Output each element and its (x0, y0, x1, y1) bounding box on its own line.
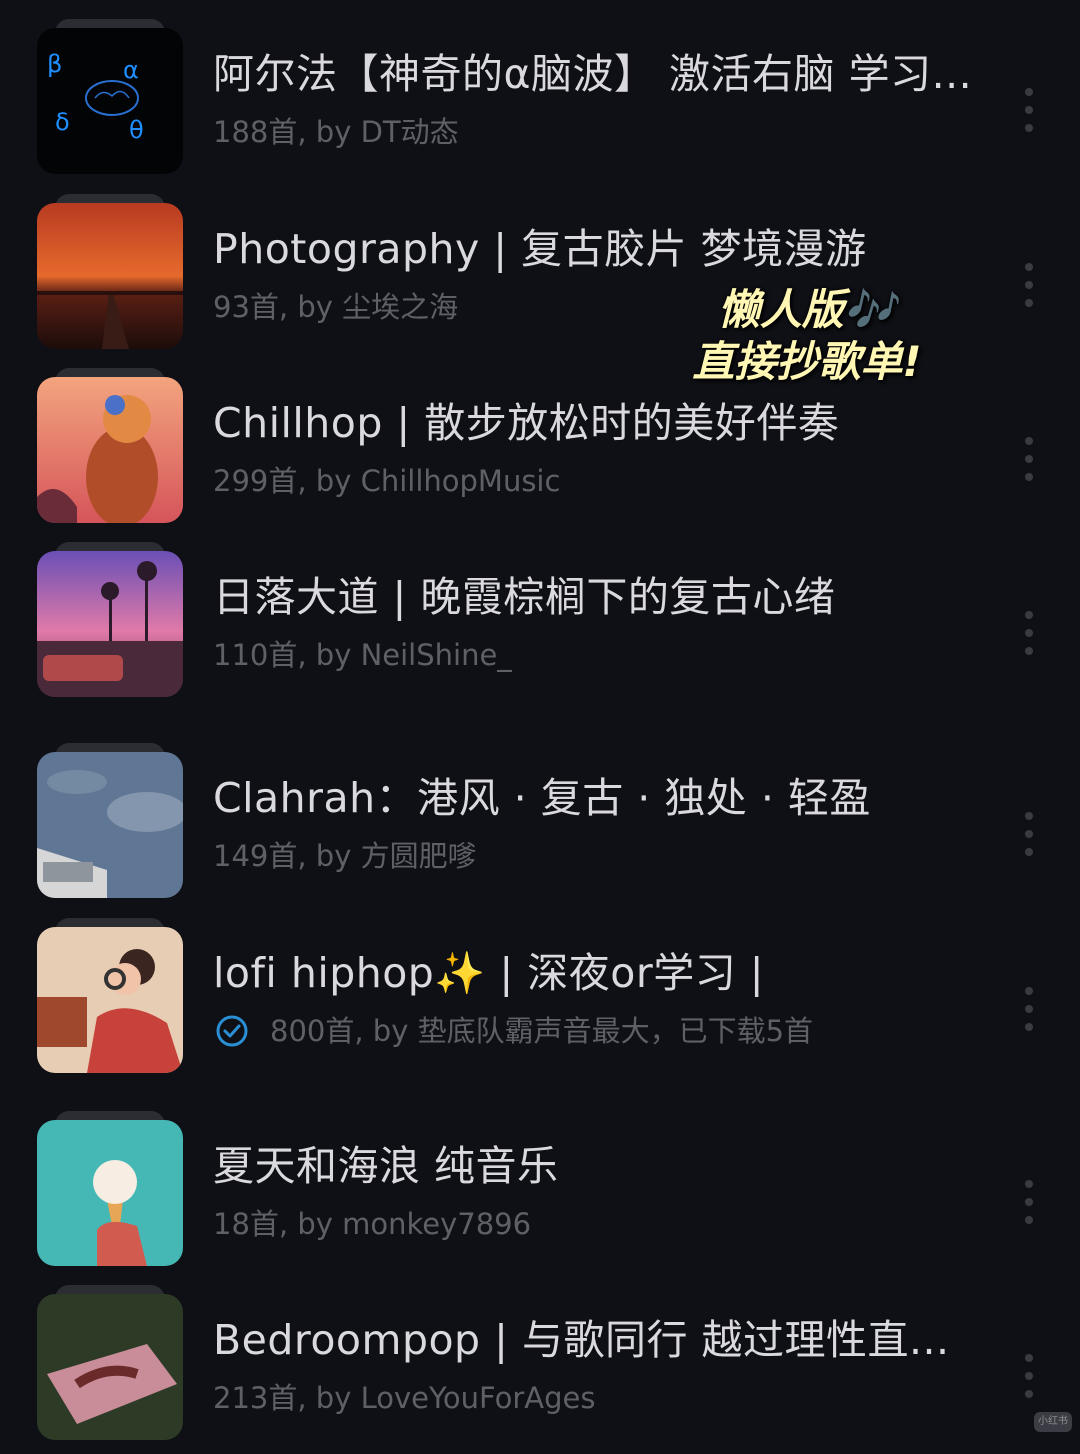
sunset-road-cover-icon (37, 203, 183, 349)
playlist-title[interactable]: 夏天和海浪 纯音乐 (213, 1140, 1003, 1192)
more-options-icon[interactable] (1022, 611, 1036, 655)
svg-text:β: β (47, 50, 62, 78)
track-count: 213首 (213, 1381, 298, 1415)
lofi-girl-cover-icon (37, 927, 183, 1073)
playlist-row[interactable]: Clahrah：港风 · 复古 · 独处 · 轻盈 149首, by 方圆肥嗲 (0, 743, 1080, 912)
track-count: 18首 (213, 1207, 279, 1241)
more-options-icon[interactable] (1022, 437, 1036, 481)
track-count: 800首 (270, 1014, 355, 1048)
playlist-meta: 149首, by 方圆肥嗲 (213, 839, 477, 873)
playlist-author: by monkey7896 (297, 1207, 532, 1241)
more-options-icon[interactable] (1022, 1180, 1036, 1224)
raccoon-headphones-cover-icon (37, 377, 183, 523)
more-options-icon[interactable] (1022, 812, 1036, 856)
track-count: 188首 (213, 115, 298, 149)
watermark-logo: 小红书 (1034, 1412, 1072, 1432)
playlist-cover[interactable] (37, 194, 183, 349)
more-options-icon[interactable] (1022, 987, 1036, 1031)
playlist-meta: 213首, by LoveYouForAges (213, 1381, 596, 1415)
playlist-meta: 800首, by 垫底队霸声音最大，已下载5首 (270, 1014, 814, 1048)
playlist-author: by 尘埃之海 (297, 290, 459, 324)
svg-text:δ: δ (55, 108, 70, 136)
music-note-icon: 🎶 (843, 285, 897, 334)
playlist-cover[interactable] (37, 1111, 183, 1266)
track-count: 149首 (213, 839, 298, 873)
playlist-author: by 方圆肥嗲 (315, 839, 477, 873)
playlist-title[interactable]: Clahrah：港风 · 复古 · 独处 · 轻盈 (213, 772, 1003, 824)
playlist-author: by LoveYouForAges (315, 1381, 596, 1415)
playlist-title[interactable]: Bedroompop | 与歌同行 越过理性直... (213, 1314, 1003, 1366)
playlist-row[interactable]: 夏天和海浪 纯音乐 18首, by monkey7896 (0, 1111, 1080, 1280)
playlist-title[interactable]: Photography | 复古胶片 梦境漫游 (213, 223, 1003, 275)
verified-check-icon (216, 1015, 248, 1047)
playlist-meta: 188首, by DT动态 (213, 115, 459, 149)
playlist-cover[interactable] (37, 368, 183, 523)
playlist-row[interactable]: Bedroompop | 与歌同行 越过理性直... 213首, by Love… (0, 1285, 1080, 1454)
playlist-cover[interactable] (37, 542, 183, 697)
playlist-row[interactable]: Chillhop | 散步放松时的美好伴奏 299首, by ChillhopM… (0, 368, 1080, 537)
playlist-author: by NeilShine_ (315, 638, 512, 672)
playlist-meta: 299首, by ChillhopMusic (213, 464, 561, 498)
palm-sunset-car-cover-icon (37, 551, 183, 697)
playlist-title[interactable]: 阿尔法【神奇的α脑波】 激活右脑 学习... (213, 48, 1003, 100)
track-count: 110首 (213, 638, 298, 672)
playlist-title[interactable]: Chillhop | 散步放松时的美好伴奏 (213, 397, 1003, 449)
track-count: 93首 (213, 290, 279, 324)
playlist-title[interactable]: lofi hiphop✨ | 深夜or学习 | (213, 947, 1003, 999)
playlist-title[interactable]: 日落大道 | 晚霞棕榈下的复古心绪 (213, 571, 1003, 623)
more-options-icon[interactable] (1022, 88, 1036, 132)
playlist-meta: 18首, by monkey7896 (213, 1207, 532, 1241)
playlist-row[interactable]: lofi hiphop✨ | 深夜or学习 | 800首, by 垫底队霸声音最… (0, 918, 1080, 1087)
playlist-author: by 垫底队霸声音最大，已下载5首 (372, 1014, 814, 1048)
alpha-brainwave-cover-icon: β α δ θ (37, 28, 183, 174)
more-options-icon[interactable] (1022, 1354, 1036, 1398)
lazy-version-overlay: 懒人版🎶 直接抄歌单! (662, 284, 952, 394)
playlist-author: by DT动态 (315, 115, 459, 149)
overlay-line-1: 懒人版🎶 (717, 285, 897, 334)
playlist-cover[interactable]: β α δ θ (37, 19, 183, 174)
playlist-author: by ChillhopMusic (315, 464, 561, 498)
more-options-icon[interactable] (1022, 263, 1036, 307)
playlist-list: β α δ θ 阿尔法【神奇的α脑波】 激活右脑 学习... 188首, by … (0, 0, 1080, 1440)
playlist-cover[interactable] (37, 743, 183, 898)
overlay-line-2: 直接抄歌单! (692, 337, 922, 386)
track-count: 299首 (213, 464, 298, 498)
playlist-cover[interactable] (37, 918, 183, 1073)
svg-text:α: α (123, 56, 139, 84)
bed-on-grass-cover-icon (37, 1294, 183, 1440)
svg-text:θ: θ (129, 116, 144, 144)
playlist-meta: 110首, by NeilShine_ (213, 638, 512, 672)
ice-cream-cover-icon (37, 1120, 183, 1266)
playlist-cover[interactable] (37, 1285, 183, 1440)
cloudy-sky-building-cover-icon (37, 752, 183, 898)
playlist-row[interactable]: β α δ θ 阿尔法【神奇的α脑波】 激活右脑 学习... 188首, by … (0, 19, 1080, 188)
playlist-row[interactable]: 日落大道 | 晚霞棕榈下的复古心绪 110首, by NeilShine_ (0, 542, 1080, 711)
